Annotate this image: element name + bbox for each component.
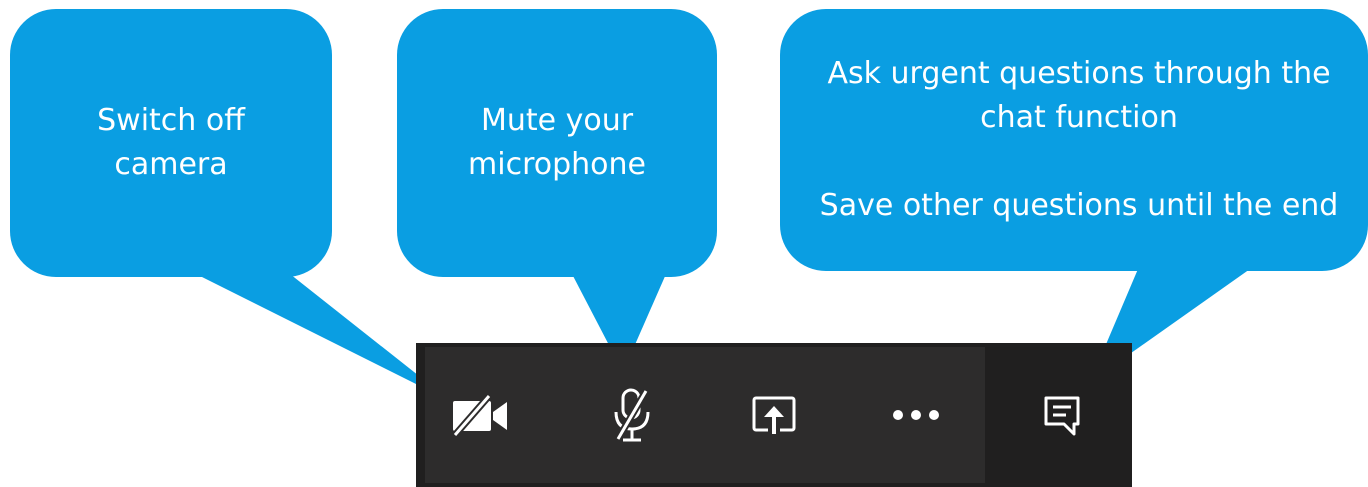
camera-off-icon <box>452 393 507 437</box>
meeting-toolbar <box>416 343 1132 487</box>
microphone-callout-line-2: microphone <box>468 147 646 182</box>
microphone-off-icon <box>614 388 650 442</box>
microphone-callout-line-1: Mute your <box>480 103 634 138</box>
camera-toggle-button[interactable] <box>445 383 517 447</box>
chat-button[interactable] <box>1026 383 1098 447</box>
chat-callout: Ask urgent questions through the chat fu… <box>780 9 1368 271</box>
chat-callout-line-2: chat function <box>980 100 1178 135</box>
chat-icon <box>1044 396 1080 436</box>
share-screen-icon <box>752 396 796 434</box>
microphone-callout: Mute your microphone <box>397 9 717 277</box>
more-options-button[interactable] <box>880 383 952 447</box>
chat-callout-secondary: Save other questions until the end <box>819 188 1339 223</box>
camera-callout-tail <box>196 274 452 402</box>
microphone-toggle-button[interactable] <box>596 383 668 447</box>
camera-callout-line-1: Switch off <box>97 103 245 138</box>
chat-callout-line-1: Ask urgent questions through the <box>827 56 1331 91</box>
share-screen-button[interactable] <box>738 383 810 447</box>
meeting-controls <box>425 347 1123 483</box>
more-options-icon <box>893 410 939 420</box>
camera-callout: Switch off camera <box>10 9 332 277</box>
camera-callout-line-2: camera <box>114 147 228 182</box>
